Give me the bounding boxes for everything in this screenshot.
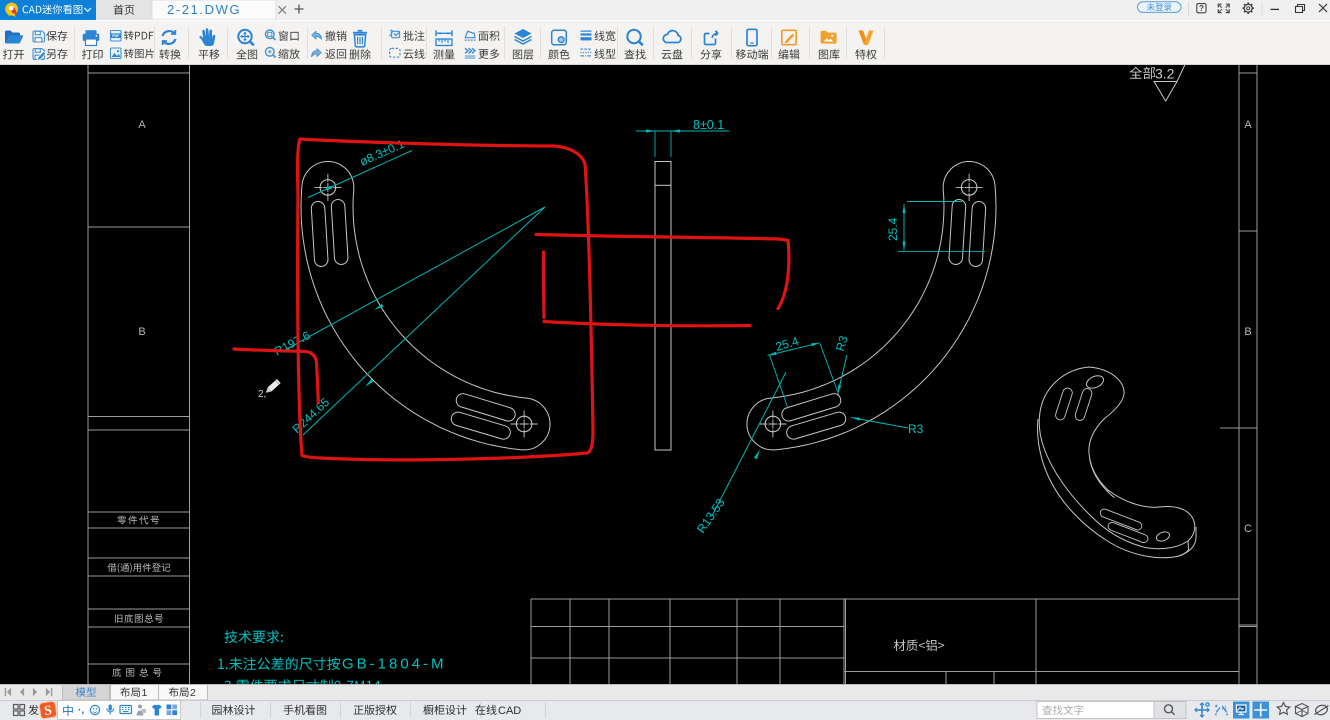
svg-text:2,: 2, [258,389,266,400]
svg-text:·,: ·, [78,705,84,716]
svg-text:2: 2 [190,687,196,699]
svg-text:B: B [138,326,145,338]
svg-text:CAD: CAD [498,705,521,717]
svg-text:PDF: PDF [112,34,120,38]
svg-text:3.2: 3.2 [1155,66,1175,82]
svg-text:8±0.1: 8±0.1 [693,118,724,132]
svg-text:A: A [138,119,146,131]
svg-text:?: ? [1199,4,1204,13]
svg-text:1: 1 [142,687,148,699]
svg-text:25.4: 25.4 [886,217,900,241]
svg-text:N: N [1222,705,1227,712]
svg-text:B: B [1244,326,1251,338]
svg-text:GB-1804-M: GB-1804-M [342,656,447,673]
svg-text:R3: R3 [908,422,924,436]
svg-text:2-21.DWG: 2-21.DWG [167,2,241,17]
svg-text:C: C [1244,523,1252,535]
svg-text:A: A [1244,119,1252,131]
